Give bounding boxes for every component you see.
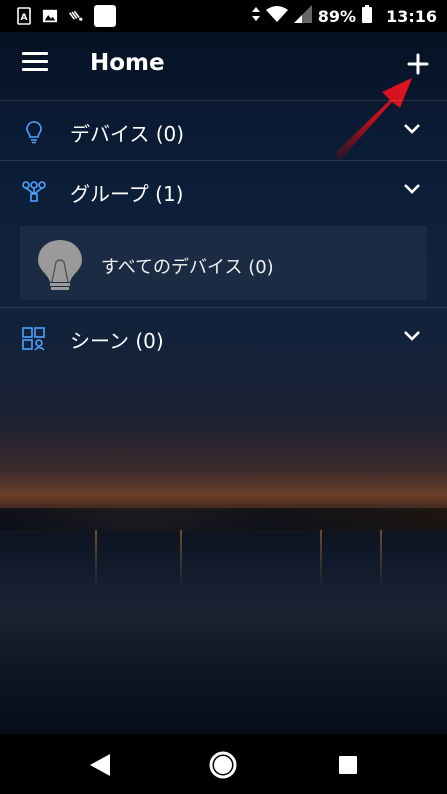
status-right: 89% 13:16 <box>251 0 437 32</box>
battery-icon <box>362 5 373 27</box>
lightbulb-icon <box>26 121 42 144</box>
bulb-grey-icon <box>38 240 82 290</box>
group-nodes-icon <box>22 181 46 202</box>
section-label: グループ (1) <box>70 182 184 206</box>
back-icon[interactable] <box>85 750 115 780</box>
wifi-icon <box>265 5 288 27</box>
chevron-down-icon[interactable] <box>402 329 422 343</box>
status-left-icons: A <box>0 5 116 27</box>
hamburger-menu-icon[interactable] <box>22 52 48 78</box>
data-arrows-icon <box>251 6 260 26</box>
clock-time: 13:16 <box>386 6 437 26</box>
section-label: シーン (0) <box>70 329 164 353</box>
app-square-icon <box>94 5 116 27</box>
signal-icon <box>293 5 312 27</box>
horizon-line <box>0 508 447 530</box>
chevron-down-icon[interactable] <box>402 122 422 136</box>
battery-percent: 89% <box>317 6 357 26</box>
scene-grid-icon <box>22 327 45 351</box>
divider <box>0 307 447 308</box>
chevron-down-icon[interactable] <box>402 182 422 196</box>
section-label: デバイス (0) <box>70 122 185 146</box>
svg-text:A: A <box>21 13 28 23</box>
group-item-all-devices[interactable]: すべてのデバイス (0) <box>20 226 427 300</box>
image-icon <box>42 7 58 25</box>
page-title: Home <box>90 50 165 76</box>
section-groups[interactable]: グループ (1) <box>0 162 447 220</box>
divider <box>0 160 447 161</box>
group-item-label: すべてのデバイス (0) <box>101 257 274 278</box>
navigation-bar <box>0 734 447 794</box>
light-reflection <box>320 530 322 590</box>
divider <box>0 100 447 101</box>
home-icon[interactable] <box>208 750 238 780</box>
recents-icon[interactable] <box>333 750 363 780</box>
light-reflection <box>95 530 97 590</box>
cast-icon <box>68 7 84 25</box>
section-scenes[interactable]: シーン (0) <box>0 309 447 367</box>
status-bar: A 89% 13:16 <box>0 0 447 32</box>
light-reflection <box>180 530 182 590</box>
light-reflection <box>380 530 382 590</box>
section-devices[interactable]: デバイス (0) <box>0 102 447 160</box>
sim-card-icon: A <box>16 7 32 25</box>
